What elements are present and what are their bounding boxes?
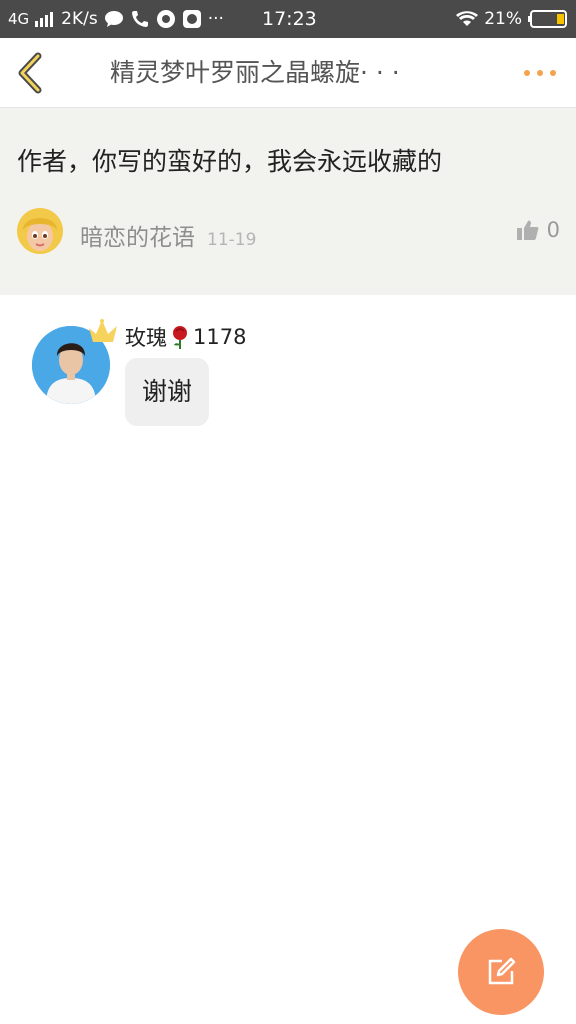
clock: 17:23 [262, 8, 317, 30]
like-button[interactable]: 0 [516, 218, 560, 242]
battery-icon [528, 10, 568, 28]
battery-percent: 21% [484, 9, 522, 29]
comment-date: 11-19 [207, 230, 257, 250]
comment-card: 作者，你写的蛮好的，我会永远收藏的 暗恋的花语 11-19 0 [0, 108, 576, 295]
comment-author-avatar[interactable] [17, 208, 63, 254]
write-comment-button[interactable] [458, 929, 544, 1015]
phone-call-icon [130, 9, 150, 29]
more-button[interactable] [522, 62, 558, 84]
status-right: 21% [456, 0, 568, 38]
comment-meta: 暗恋的花语 11-19 [80, 218, 256, 252]
more-dots-icon [524, 70, 556, 76]
status-bar: 4G 2K/s ··· 17:23 21% [0, 0, 576, 38]
page-title: 精灵梦叶罗丽之晶螺旋· · · [110, 58, 400, 87]
crown-icon [87, 318, 119, 350]
rose-icon [173, 326, 187, 349]
status-left: 4G 2K/s ··· [8, 0, 224, 38]
reply-user-level: 1178 [193, 325, 247, 349]
thumbs-up-icon [516, 220, 539, 240]
back-button[interactable] [12, 52, 52, 94]
signal-icon [35, 11, 55, 27]
comment-text: 作者，你写的蛮好的，我会永远收藏的 [17, 147, 443, 176]
chevron-left-icon [18, 52, 42, 94]
wifi-icon [456, 11, 479, 27]
network-speed: 2K/s [61, 9, 98, 29]
chat-bubble-icon [104, 10, 124, 28]
edit-icon [488, 957, 516, 985]
reply-user-name[interactable]: 玫瑰 [125, 322, 167, 352]
like-count: 0 [546, 218, 560, 242]
reply-message-bubble: 谢谢 [125, 358, 210, 426]
network-type: 4G [8, 10, 30, 28]
title-bar: 精灵梦叶罗丽之晶螺旋· · · [0, 38, 576, 108]
app-icon [156, 9, 176, 29]
reply-user-info: 玫瑰 1178 [125, 322, 246, 352]
status-more-dots: ··· [207, 9, 224, 29]
camera-app-icon [182, 9, 202, 29]
comment-author-name[interactable]: 暗恋的花语 [80, 218, 195, 252]
